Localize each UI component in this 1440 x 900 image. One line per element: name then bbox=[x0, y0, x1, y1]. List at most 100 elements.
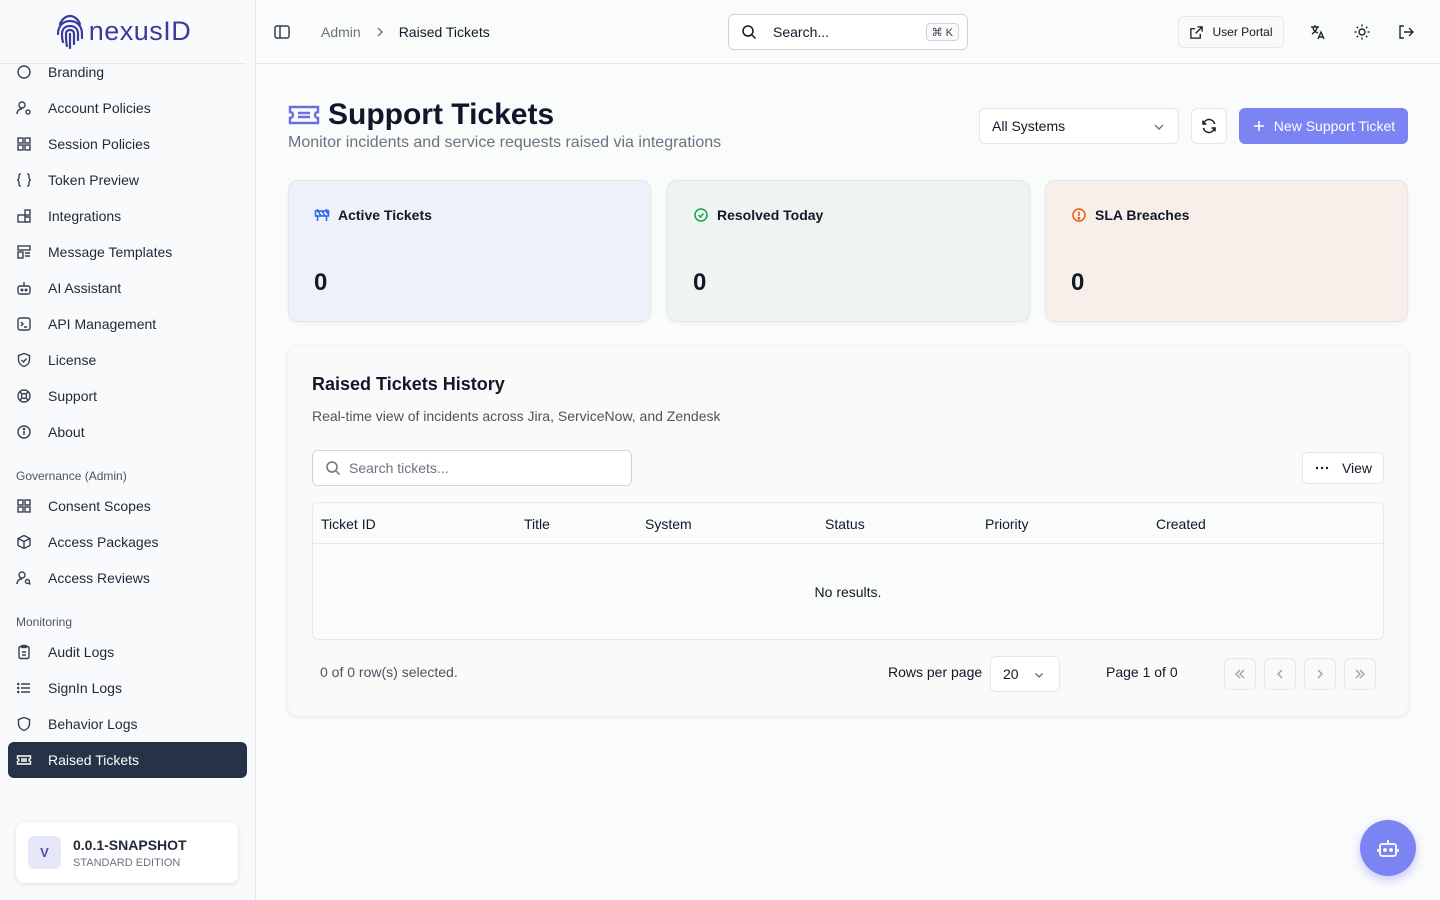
view-label: View bbox=[1341, 460, 1373, 476]
sidebar-item-label: Raised Tickets bbox=[48, 752, 140, 768]
sidebar-item-label: Token Preview bbox=[48, 172, 140, 188]
sidebar-item-label: Account Policies bbox=[48, 100, 151, 116]
logout-icon[interactable] bbox=[1396, 22, 1416, 42]
sidebar-item-message-templates[interactable]: Message Templates bbox=[8, 234, 247, 270]
alert-circle-icon bbox=[1071, 207, 1087, 223]
next-page-button[interactable] bbox=[1304, 658, 1336, 690]
sidebar-item-license[interactable]: License bbox=[8, 342, 247, 378]
more-horizontal-icon bbox=[1314, 460, 1330, 476]
view-options-button[interactable]: View bbox=[1302, 452, 1384, 484]
refresh-icon bbox=[1201, 118, 1217, 134]
page-subtitle: Monitor incidents and service requests r… bbox=[288, 134, 722, 151]
sidebar-item-label: Consent Scopes bbox=[48, 498, 151, 514]
sidebar-item-label: Behavior Logs bbox=[48, 716, 138, 732]
sidebar-item-signin-logs[interactable]: SignIn Logs bbox=[8, 670, 247, 706]
sidebar-item-token-preview[interactable]: Token Preview bbox=[8, 162, 247, 198]
plus-icon bbox=[1252, 119, 1266, 133]
sidebar-item-account-policies[interactable]: Account Policies bbox=[8, 90, 247, 126]
bot-icon bbox=[16, 280, 32, 296]
sidebar-item-behavior-logs[interactable]: Behavior Logs bbox=[8, 706, 247, 742]
ticket-search-input[interactable] bbox=[349, 460, 609, 476]
sidebar-item-consent-scopes[interactable]: Consent Scopes bbox=[8, 488, 247, 524]
sidebar-item-about[interactable]: About bbox=[8, 414, 247, 450]
user-portal-button[interactable]: User Portal bbox=[1178, 16, 1284, 48]
sidebar: Branding Account Policies Session Polici… bbox=[0, 0, 256, 900]
sidebar-item-label: Integrations bbox=[48, 208, 122, 224]
palette-icon bbox=[16, 64, 32, 80]
ai-assistant-fab[interactable] bbox=[1360, 820, 1416, 876]
search-shortcut: ⌘ K bbox=[925, 23, 959, 41]
system-filter-value: All Systems bbox=[992, 118, 1066, 134]
column-header-title[interactable]: Title bbox=[524, 503, 550, 544]
chevron-down-icon bbox=[1033, 669, 1045, 681]
chevron-left-icon bbox=[1273, 667, 1287, 681]
sun-icon[interactable] bbox=[1352, 22, 1372, 42]
sidebar-item-label: Audit Logs bbox=[48, 644, 115, 660]
sidebar-item-support[interactable]: Support bbox=[8, 378, 247, 414]
breadcrumb: Admin Raised Tickets bbox=[321, 0, 490, 64]
sidebar-item-label: SignIn Logs bbox=[48, 680, 122, 696]
sidebar-item-session-policies[interactable]: Session Policies bbox=[8, 126, 247, 162]
search-icon bbox=[741, 24, 757, 40]
sidebar-item-integrations[interactable]: Integrations bbox=[8, 198, 247, 234]
shield-icon bbox=[16, 716, 32, 732]
sidebar-item-label: Access Packages bbox=[48, 534, 159, 550]
breadcrumb-current: Raised Tickets bbox=[398, 24, 490, 40]
translate-icon[interactable] bbox=[1308, 22, 1328, 42]
sidebar-item-access-reviews[interactable]: Access Reviews bbox=[8, 560, 247, 596]
chevron-right-icon bbox=[1313, 667, 1327, 681]
selection-count: 0 of 0 row(s) selected. bbox=[320, 664, 458, 680]
user-cog-icon bbox=[16, 100, 32, 116]
new-support-ticket-button[interactable]: New Support Ticket bbox=[1239, 108, 1408, 144]
sidebar-item-label: License bbox=[48, 352, 97, 368]
clipboard-icon bbox=[16, 644, 32, 660]
tickets-table: Ticket ID Title System Status Priority C… bbox=[312, 502, 1384, 640]
rows-per-page-select[interactable]: 20 bbox=[990, 656, 1060, 692]
sidebar-item-raised-tickets[interactable]: Raised Tickets bbox=[8, 742, 247, 778]
system-filter-select[interactable]: All Systems bbox=[979, 108, 1179, 144]
info-icon bbox=[16, 424, 32, 440]
list-icon bbox=[16, 680, 32, 696]
sidebar-item-label: Message Templates bbox=[48, 244, 173, 260]
version-card: V 0.0.1-SNAPSHOT STANDARD EDITION bbox=[16, 822, 238, 883]
refresh-button[interactable] bbox=[1191, 108, 1227, 144]
sidebar-toggle-icon[interactable] bbox=[272, 22, 292, 42]
previous-page-button[interactable] bbox=[1264, 658, 1296, 690]
stat-card-active-tickets: Active Tickets 0 bbox=[288, 180, 651, 322]
fingerprint-icon bbox=[55, 12, 85, 52]
sidebar-item-ai-assistant[interactable]: AI Assistant bbox=[8, 270, 247, 306]
sidebar-item-label: Support bbox=[48, 388, 98, 404]
first-page-button[interactable] bbox=[1224, 658, 1256, 690]
last-page-button[interactable] bbox=[1344, 658, 1376, 690]
ticket-search-field[interactable] bbox=[312, 450, 632, 486]
column-header-system[interactable]: System bbox=[645, 503, 692, 544]
stat-label: Active Tickets bbox=[338, 207, 432, 223]
sidebar-item-label: Access Reviews bbox=[48, 570, 150, 586]
column-header-status[interactable]: Status bbox=[825, 503, 865, 544]
sidebar-item-label: Branding bbox=[48, 64, 105, 80]
page-title: Support Tickets bbox=[328, 98, 555, 131]
sidebar-item-api-management[interactable]: API Management bbox=[8, 306, 247, 342]
column-header-priority[interactable]: Priority bbox=[985, 503, 1029, 544]
global-search[interactable]: Search... ⌘ K bbox=[728, 14, 968, 50]
chevrons-left-icon bbox=[1233, 667, 1247, 681]
version-edition: STANDARD EDITION bbox=[73, 856, 181, 869]
ticket-icon bbox=[16, 752, 32, 768]
brand-logo[interactable]: nexusID bbox=[0, 0, 246, 64]
column-header-created[interactable]: Created bbox=[1156, 503, 1206, 544]
tickets-history-card: Raised Tickets History Real-time view of… bbox=[288, 346, 1408, 716]
column-header-ticket-id[interactable]: Ticket ID bbox=[321, 503, 376, 544]
brand-name: nexusID bbox=[88, 16, 192, 46]
chevrons-right-icon bbox=[1353, 667, 1367, 681]
sidebar-item-access-packages[interactable]: Access Packages bbox=[8, 524, 247, 560]
stat-label: Resolved Today bbox=[717, 207, 824, 223]
breadcrumb-admin[interactable]: Admin bbox=[321, 24, 361, 40]
user-search-icon bbox=[16, 570, 32, 586]
construction-icon bbox=[314, 207, 330, 223]
sidebar-nav: Branding Account Policies Session Polici… bbox=[8, 54, 247, 778]
user-portal-label: User Portal bbox=[1212, 25, 1273, 39]
external-link-icon bbox=[1189, 25, 1204, 40]
sidebar-item-label: AI Assistant bbox=[48, 280, 122, 296]
sidebar-item-label: About bbox=[48, 424, 85, 440]
sidebar-item-audit-logs[interactable]: Audit Logs bbox=[8, 634, 247, 670]
